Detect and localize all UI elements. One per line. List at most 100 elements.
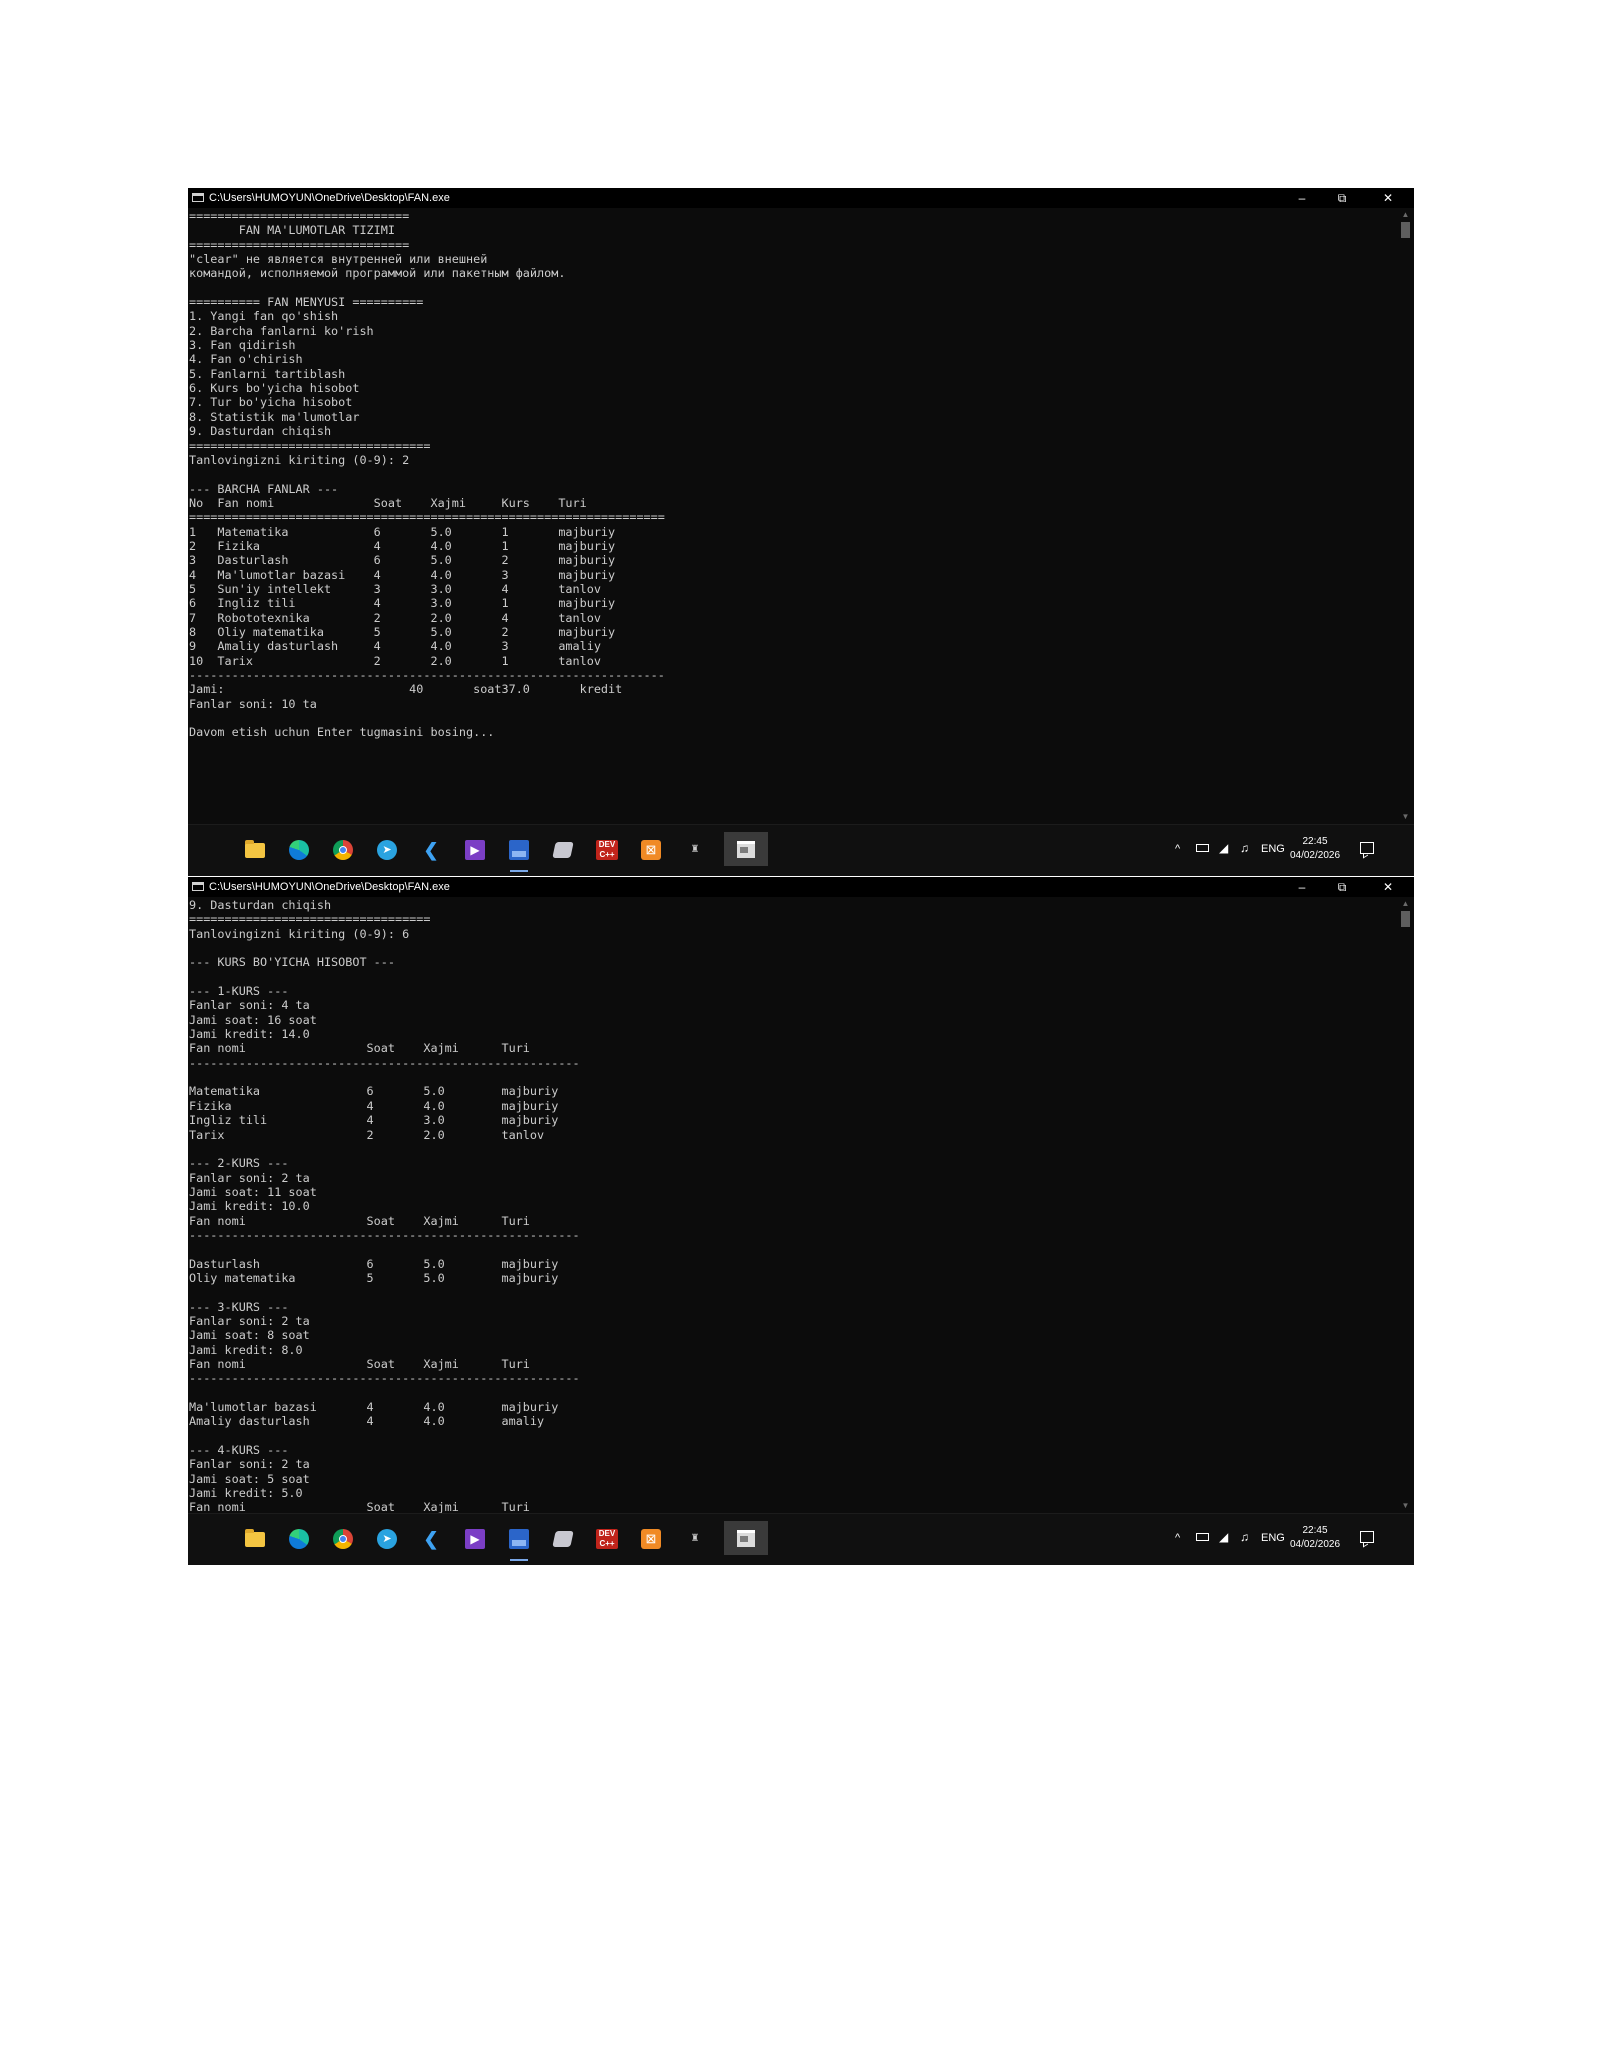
- telegram-icon[interactable]: ➤: [375, 1527, 399, 1551]
- vertical-scrollbar[interactable]: ▲ ▼: [1397, 897, 1414, 1513]
- console-line: ----------------------------------------…: [189, 668, 665, 682]
- console-line: Matematika 6 5.0 majburiy: [189, 1084, 559, 1099]
- console-line: Fan nomi Soat Xajmi Turi: [189, 1041, 530, 1056]
- show-hidden-icons-chevron-icon[interactable]: ^: [1175, 1532, 1180, 1565]
- console-line: 3. Fan qidirish: [189, 338, 296, 353]
- taskbar-clock[interactable]: 22:45 04/02/2026: [1288, 835, 1342, 863]
- console-line: Fanlar soni: 10 ta: [189, 696, 317, 711]
- console-screenshot-1: C:\Users\HUMOYUN\OneDrive\Desktop\FAN.ex…: [188, 188, 1414, 876]
- console-line: ----------------------------------------…: [189, 1371, 580, 1386]
- volume-icon[interactable]: ♫: [1240, 1530, 1249, 1565]
- console-line: --- BARCHA FANLAR ---: [189, 481, 339, 496]
- notification-center-icon[interactable]: [1360, 1531, 1374, 1543]
- chrome-browser-icon[interactable]: [331, 1527, 355, 1551]
- console-line: 6. Kurs bo'yicha hisobot: [189, 381, 360, 396]
- vscode-icon[interactable]: ❮: [419, 1527, 443, 1551]
- console-line: --- KURS BO'YICHA HISOBOT ---: [189, 955, 395, 970]
- console-output[interactable]: 9. Dasturdan chiqish ===================…: [189, 898, 1384, 1513]
- visual-studio-icon[interactable]: ▶: [463, 1527, 487, 1551]
- scroll-up-arrow-icon[interactable]: ▲: [1397, 208, 1414, 222]
- console-line: ----------------------------------------…: [189, 1227, 580, 1242]
- window-titlebar[interactable]: C:\Users\HUMOYUN\OneDrive\Desktop\FAN.ex…: [188, 877, 1414, 897]
- console-taskbar-icon[interactable]: [724, 1521, 768, 1555]
- console-line: Tarix 2 2.0 tanlov: [189, 1127, 545, 1142]
- console-line: Jami kredit: 8.0: [189, 1342, 303, 1357]
- language-indicator[interactable]: ENG: [1261, 843, 1285, 876]
- clock-date: 04/02/2026: [1289, 850, 1341, 861]
- volume-icon[interactable]: ♫: [1240, 841, 1249, 876]
- window-titlebar[interactable]: C:\Users\HUMOYUN\OneDrive\Desktop\FAN.ex…: [188, 188, 1414, 208]
- console-line: Fan nomi Soat Xajmi Turi: [189, 1500, 530, 1513]
- restore-button[interactable]: ⧉: [1322, 188, 1362, 208]
- console-line: FAN MA'LUMOTLAR TIZIMI: [189, 223, 395, 238]
- clock-date: 04/02/2026: [1289, 1539, 1341, 1550]
- scroll-down-arrow-icon[interactable]: ▼: [1397, 1499, 1414, 1513]
- show-hidden-icons-chevron-icon[interactable]: ^: [1175, 843, 1180, 876]
- console-app-icon: [192, 193, 204, 202]
- console-line: 8. Statistik ma'lumotlar: [189, 409, 360, 424]
- close-button[interactable]: ✕: [1368, 877, 1408, 897]
- scrollbar-thumb[interactable]: [1401, 911, 1410, 927]
- console-app-icon: [192, 882, 204, 891]
- scrollbar-thumb[interactable]: [1401, 222, 1410, 238]
- tool-app-icon[interactable]: [551, 1527, 575, 1551]
- edge-browser-icon[interactable]: [287, 1527, 311, 1551]
- telegram-icon[interactable]: ➤: [375, 838, 399, 862]
- file-explorer-icon[interactable]: [243, 1527, 267, 1551]
- console-line: ===============================: [189, 209, 410, 223]
- console-line: 3 Dasturlash 6 5.0 2 majburiy: [189, 553, 616, 568]
- console-line: --- 2-KURS ---: [189, 1156, 289, 1171]
- game-app-icon[interactable]: ♜: [683, 1527, 707, 1551]
- windows-start-icon[interactable]: [198, 843, 214, 859]
- word-icon[interactable]: [507, 1527, 531, 1551]
- console-line: 7. Tur bo'yicha hisobot: [189, 395, 353, 410]
- console-line: Tanlovingizni kiriting (0-9): 6: [189, 926, 410, 941]
- game-app-icon[interactable]: ♜: [683, 838, 707, 862]
- devcpp-icon[interactable]: DEV C++: [595, 1527, 619, 1551]
- running-app-indicator: [510, 870, 528, 872]
- windows-start-icon[interactable]: [198, 1532, 214, 1548]
- language-indicator[interactable]: ENG: [1261, 1532, 1285, 1565]
- console-line: Jami kredit: 14.0: [189, 1027, 310, 1042]
- xampp-icon[interactable]: ⊠: [639, 1527, 663, 1551]
- chrome-browser-icon[interactable]: [331, 838, 355, 862]
- taskbar-clock[interactable]: 22:45 04/02/2026: [1288, 1524, 1342, 1552]
- xampp-icon[interactable]: ⊠: [639, 838, 663, 862]
- visual-studio-icon[interactable]: ▶: [463, 838, 487, 862]
- console-line: ----------------------------------------…: [189, 1055, 580, 1070]
- vertical-scrollbar[interactable]: ▲ ▼: [1397, 208, 1414, 824]
- console-output[interactable]: =============================== FAN MA'L…: [189, 209, 1384, 824]
- restore-button[interactable]: ⧉: [1322, 877, 1362, 897]
- console-line: ========================================…: [189, 510, 665, 525]
- close-button[interactable]: ✕: [1368, 188, 1408, 208]
- word-icon[interactable]: [507, 838, 531, 862]
- minimize-button[interactable]: –: [1282, 877, 1322, 897]
- window-title: C:\Users\HUMOYUN\OneDrive\Desktop\FAN.ex…: [209, 192, 450, 204]
- file-explorer-icon[interactable]: [243, 838, 267, 862]
- scroll-up-arrow-icon[interactable]: ▲: [1397, 897, 1414, 911]
- battery-icon[interactable]: [1196, 844, 1209, 852]
- tool-app-icon[interactable]: [551, 838, 575, 862]
- edge-browser-icon[interactable]: [287, 838, 311, 862]
- vscode-icon[interactable]: ❮: [419, 838, 443, 862]
- console-line: "clear" не является внутренней или внешн…: [189, 252, 488, 267]
- console-line: ==================================: [189, 912, 431, 927]
- console-line: Tanlovingizni kiriting (0-9): 2: [189, 452, 410, 467]
- minimize-button[interactable]: –: [1282, 188, 1322, 208]
- network-icon[interactable]: ◢: [1219, 1530, 1228, 1565]
- console-taskbar-icon[interactable]: [724, 832, 768, 866]
- console-line: No Fan nomi Soat Xajmi Kurs Turi: [189, 495, 587, 510]
- console-line: --- 1-KURS ---: [189, 984, 289, 999]
- console-line: 1 Matematika 6 5.0 1 majburiy: [189, 524, 616, 539]
- devcpp-icon[interactable]: DEV C++: [595, 838, 619, 862]
- network-icon[interactable]: ◢: [1219, 841, 1228, 876]
- console-line: командой, исполняемой программой или пак…: [189, 266, 566, 281]
- battery-icon[interactable]: [1196, 1533, 1209, 1541]
- console-line: Jami kredit: 5.0: [189, 1486, 303, 1501]
- clock-time: 22:45: [1302, 1525, 1328, 1536]
- console-line: 2. Barcha fanlarni ko'rish: [189, 323, 374, 338]
- notification-center-icon[interactable]: [1360, 842, 1374, 854]
- scroll-down-arrow-icon[interactable]: ▼: [1397, 810, 1414, 824]
- console-screenshot-2: C:\Users\HUMOYUN\OneDrive\Desktop\FAN.ex…: [188, 877, 1414, 1565]
- console-line: 6 Ingliz tili 4 3.0 1 majburiy: [189, 596, 616, 611]
